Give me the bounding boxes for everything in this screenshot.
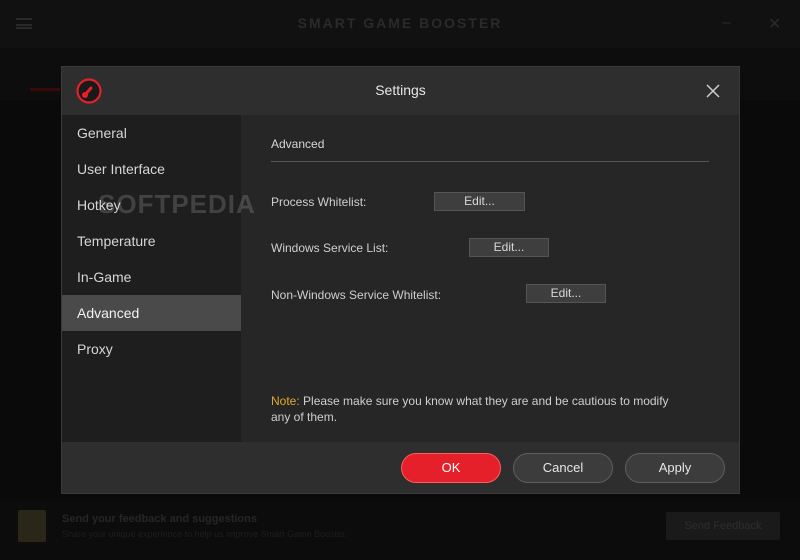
windows-service-list-label: Windows Service List: [271, 241, 389, 255]
process-whitelist-label: Process Whitelist: [271, 195, 367, 209]
feedback-title: Send your feedback and suggestions [62, 513, 257, 525]
sidebar-item-user-interface[interactable]: User Interface [62, 151, 241, 187]
sidebar-item-advanced[interactable]: Advanced [62, 295, 241, 331]
feedback-subtitle: Share your unique experience to help us … [62, 529, 348, 539]
app-titlebar: SMART GAME BOOSTER – ✕ [0, 0, 800, 48]
close-icon[interactable] [704, 82, 722, 100]
send-feedback-button: Send Feedback [666, 512, 780, 540]
advanced-settings-panel: Advanced Process Whitelist: Edit... Wind… [241, 115, 739, 442]
section-divider [271, 161, 709, 162]
sidebar-item-in-game[interactable]: In-Game [62, 259, 241, 295]
dialog-header: Settings [62, 67, 739, 115]
app-title: SMART GAME BOOSTER [297, 15, 503, 31]
non-windows-service-whitelist-label: Non-Windows Service Whitelist: [271, 288, 442, 302]
section-title: Advanced [271, 137, 325, 151]
caution-note: Note: Please make sure you know what the… [271, 393, 691, 425]
cancel-button[interactable]: Cancel [513, 453, 613, 483]
apply-button[interactable]: Apply [625, 453, 725, 483]
feedback-icon [18, 510, 46, 542]
settings-sidebar: General User Interface Hotkey Temperatur… [62, 115, 241, 442]
close-window-icon: ✕ [768, 16, 782, 33]
sidebar-item-hotkey[interactable]: Hotkey [62, 187, 241, 223]
sidebar-item-general[interactable]: General [62, 115, 241, 151]
settings-dialog: Settings General User Interface Hotkey T… [61, 66, 740, 494]
sidebar-item-proxy[interactable]: Proxy [62, 331, 241, 367]
windows-service-list-edit-button[interactable]: Edit... [469, 238, 549, 257]
active-tab-indicator [30, 88, 60, 91]
non-windows-service-whitelist-edit-button[interactable]: Edit... [526, 284, 606, 303]
note-prefix: Note: [271, 394, 300, 408]
note-text: Please make sure you know what they are … [271, 394, 669, 424]
sidebar-item-temperature[interactable]: Temperature [62, 223, 241, 259]
process-whitelist-edit-button[interactable]: Edit... [434, 192, 525, 211]
dialog-title: Settings [375, 82, 426, 98]
minimize-icon: – [722, 14, 731, 31]
dialog-footer: OK Cancel Apply [62, 442, 739, 493]
ok-button[interactable]: OK [401, 453, 501, 483]
